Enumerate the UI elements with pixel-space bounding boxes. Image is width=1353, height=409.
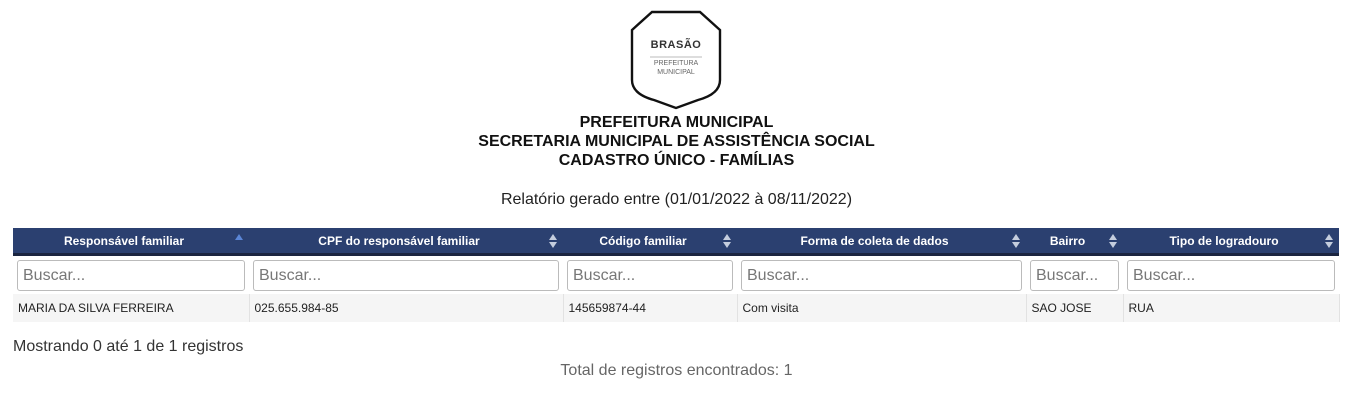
search-input-forma-coleta[interactable]: [741, 260, 1022, 291]
filter-cell-bairro: [1026, 254, 1123, 294]
column-header-bairro[interactable]: Bairro: [1026, 228, 1123, 256]
cell-tipo-logradouro: RUA: [1123, 294, 1340, 322]
cell-responsavel-familiar: MARIA DA SILVA FERREIRA: [13, 294, 250, 322]
cell-cpf-responsavel: 025.655.984-85: [249, 294, 564, 322]
sort-both-icon: [1109, 233, 1117, 249]
crest-subtitle: PREFEITURA MUNICIPAL: [628, 59, 724, 77]
column-header-responsavel-familiar[interactable]: Responsável familiar: [13, 228, 249, 256]
filter-cell-codigo-familiar: [563, 254, 737, 294]
search-input-cpf-responsavel[interactable]: [253, 260, 559, 291]
heading-line-3: CADASTRO ÚNICO - FAMÍLIAS: [558, 152, 795, 169]
total-records: Total de registros encontrados: 1: [560, 362, 793, 379]
table-filter-row: [13, 254, 1339, 294]
search-input-tipo-logradouro[interactable]: [1127, 260, 1335, 291]
filter-cell-cpf-responsavel: [249, 254, 563, 294]
pagination-info: Mostrando 0 até 1 de 1 registros: [13, 338, 244, 355]
column-header-label: Bairro: [1049, 233, 1086, 248]
sort-both-icon: [1325, 233, 1333, 249]
records-table: Responsável familiar CPF do responsável f…: [13, 228, 1340, 322]
filter-cell-tipo-logradouro: [1123, 254, 1339, 294]
column-header-label: Forma de coleta de dados: [800, 233, 949, 248]
column-header-codigo-familiar[interactable]: Código familiar: [563, 228, 737, 256]
column-header-tipo-logradouro[interactable]: Tipo de logradouro: [1123, 228, 1339, 256]
crest-sub-line-1: PREFEITURA: [653, 60, 699, 67]
table-body: MARIA DA SILVA FERREIRA 025.655.984-85 145…: [13, 294, 1340, 322]
report-period: Relatório gerado entre (01/01/2022 à 08/…: [500, 191, 853, 208]
cell-codigo-familiar: 145659874-44: [563, 294, 738, 322]
column-header-label: Responsável familiar: [63, 233, 185, 248]
filter-cell-responsavel-familiar: [13, 254, 249, 294]
sort-ascending-icon: [235, 233, 243, 249]
search-input-responsavel-familiar[interactable]: [17, 260, 245, 291]
sort-both-icon: [723, 233, 731, 249]
search-input-codigo-familiar[interactable]: [567, 260, 733, 291]
sort-both-icon: [1012, 233, 1020, 249]
crest-text: BRASÃO PREFEITURA MUNICIPAL: [628, 10, 724, 110]
table-header-row: Responsável familiar CPF do responsável f…: [13, 228, 1339, 256]
column-header-label: Tipo de logradouro: [1169, 233, 1279, 248]
sort-both-icon: [549, 233, 557, 249]
column-header-label: CPF do responsável familiar: [318, 233, 480, 248]
cell-forma-coleta: Com visita: [737, 294, 1027, 322]
filter-cell-forma-coleta: [737, 254, 1026, 294]
column-header-forma-coleta[interactable]: Forma de coleta de dados: [737, 228, 1026, 256]
search-input-bairro[interactable]: [1030, 260, 1119, 291]
heading-line-2: SECRETARIA MUNICIPAL DE ASSISTÊNCIA SOCI…: [478, 133, 875, 150]
column-header-cpf-responsavel[interactable]: CPF do responsável familiar: [249, 228, 563, 256]
cell-bairro: SAO JOSE: [1026, 294, 1124, 322]
crest-sub-line-2: MUNICIPAL: [657, 69, 695, 76]
heading-line-1: PREFEITURA MUNICIPAL: [579, 114, 774, 131]
column-header-label: Código familiar: [599, 233, 687, 248]
crest-title: BRASÃO: [650, 39, 702, 51]
table-row[interactable]: MARIA DA SILVA FERREIRA 025.655.984-85 145…: [13, 294, 1340, 322]
